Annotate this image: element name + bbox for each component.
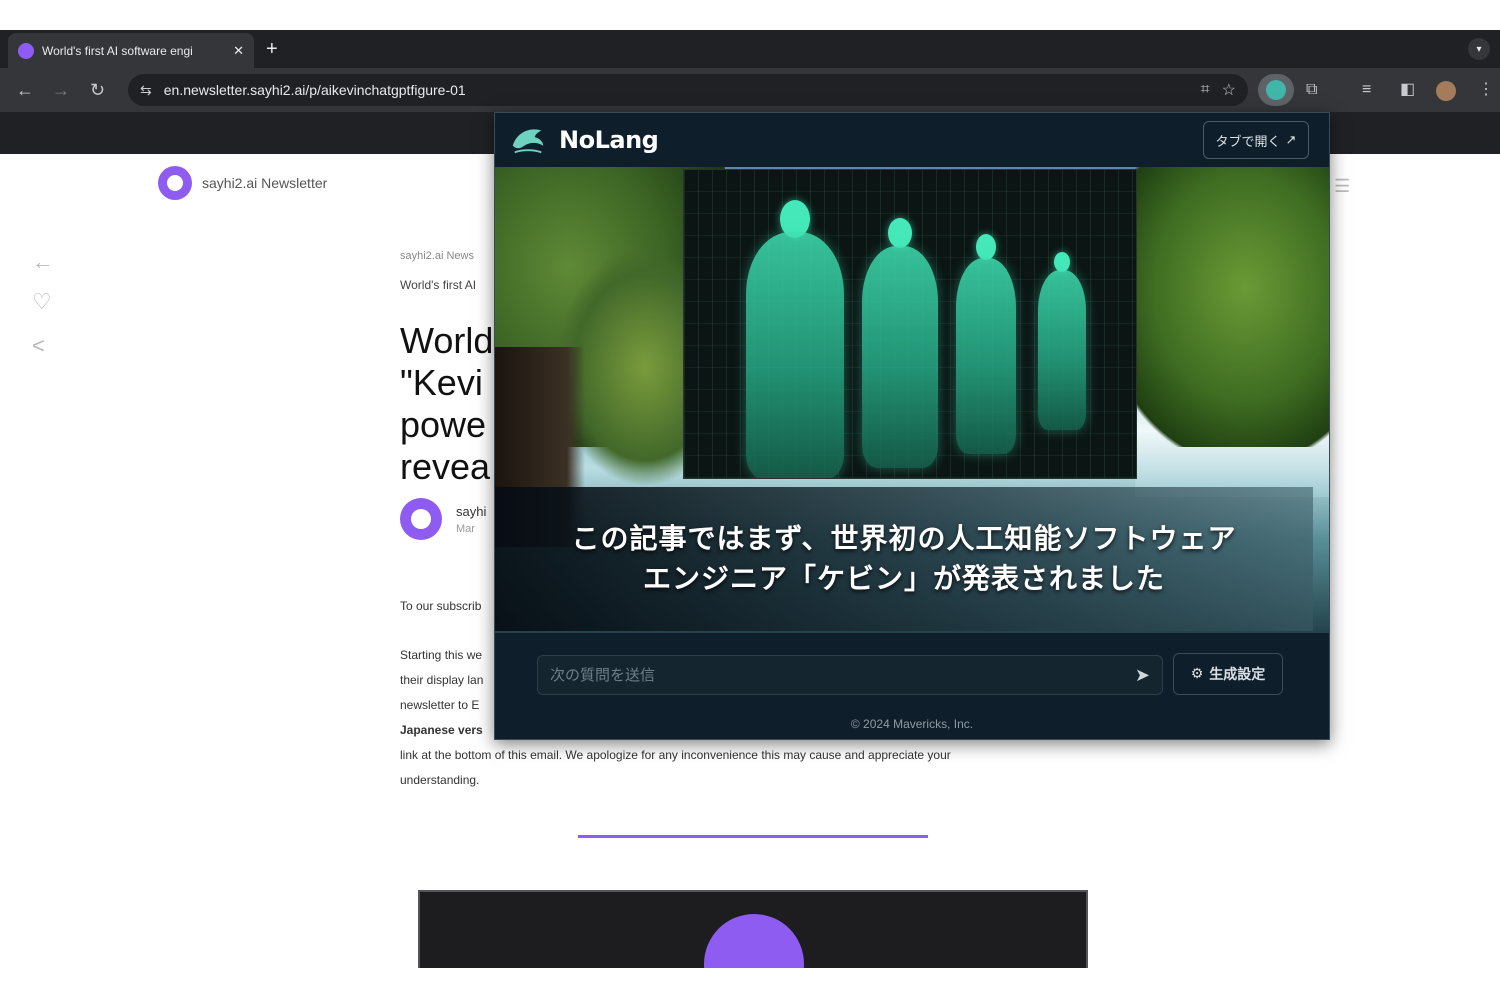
extensions-icon[interactable]: ⧉ <box>1306 80 1317 100</box>
tab-close-icon[interactable]: ✕ <box>233 43 244 59</box>
subtitle-caption: この記事ではまず、世界初の人工知能ソフトウェア エンジニア「ケビン」が発表されま… <box>495 487 1313 631</box>
body-line: understanding. <box>400 773 480 787</box>
back-icon[interactable]: ← <box>16 80 34 100</box>
site-name: sayhi2.ai Newsletter <box>202 175 328 191</box>
article-subtitle: World's first AI <box>400 278 477 292</box>
dolphin-logo-icon <box>512 129 544 154</box>
body-line: link at the bottom of this email. We apo… <box>400 748 951 762</box>
copyright-footer: © 2024 Mavericks, Inc. <box>850 717 974 731</box>
figure-head <box>888 218 912 248</box>
tab-title: World's first AI software engi <box>42 43 193 58</box>
publish-date: Mar <box>456 522 475 535</box>
open-in-tab-button[interactable]: タブで開く ↗ <box>1203 121 1309 159</box>
tab-strip: World's first AI software engi ✕ + ▾ <box>0 30 1500 68</box>
side-panel-icon[interactable]: ◧ <box>1400 80 1415 100</box>
menu-kebab-icon[interactable]: ⋮ <box>1478 80 1494 100</box>
reload-icon[interactable]: ↻ <box>90 80 105 100</box>
site-logo-icon <box>158 166 192 200</box>
translate-icon[interactable]: ⌗ <box>1201 81 1210 99</box>
figure-head <box>1054 252 1070 272</box>
generation-settings-button[interactable]: ⚙ 生成設定 <box>1173 653 1283 695</box>
media-control-icon[interactable]: ≡ <box>1362 80 1371 100</box>
trees-right <box>1115 167 1329 447</box>
author-avatar[interactable] <box>400 498 442 540</box>
nolang-app-name: NoLang <box>559 126 659 154</box>
nolang-extension-icon <box>1266 80 1286 100</box>
caption-line-1: この記事ではまず、世界初の人工知能ソフトウェア <box>571 522 1237 555</box>
screenshot: World's first AI software engi ✕ + ▾ ← →… <box>0 0 1500 1000</box>
site-brand[interactable]: sayhi2.ai Newsletter <box>158 166 327 200</box>
generation-settings-label: 生成設定 <box>1209 667 1266 683</box>
digital-human-figure <box>1038 270 1086 430</box>
nolang-extension-button[interactable] <box>1258 74 1294 106</box>
external-link-icon: ↗ <box>1285 132 1297 147</box>
author-name[interactable]: sayhi <box>456 504 486 519</box>
digital-human-figure <box>862 246 938 468</box>
send-icon[interactable]: ➤ <box>1135 665 1150 686</box>
site-info-icon[interactable]: ⇆ <box>140 82 152 99</box>
settings-sliders-icon: ⚙ <box>1190 666 1204 682</box>
author-meta: sayhi Mar <box>456 504 486 535</box>
hamburger-menu-icon[interactable]: ☰ <box>1334 176 1350 197</box>
address-bar[interactable]: ⇆ en.newsletter.sayhi2.ai/p/aikevinchatg… <box>128 74 1248 106</box>
open-in-tab-label: タブで開く <box>1215 133 1281 149</box>
figure-head <box>976 234 996 260</box>
back-arrow-icon[interactable]: ← <box>32 250 54 274</box>
section-divider <box>578 835 928 838</box>
browser-toolbar: ← → ↻ ⇆ en.newsletter.sayhi2.ai/p/aikevi… <box>0 68 1500 112</box>
promo-logo-icon <box>704 914 804 968</box>
browser-tab[interactable]: World's first AI software engi ✕ <box>8 33 254 68</box>
bookmark-star-icon[interactable]: ☆ <box>1222 80 1236 100</box>
forward-icon[interactable]: → <box>52 80 70 100</box>
video-player[interactable]: この記事ではまず、世界初の人工知能ソフトウェア エンジニア「ケビン」が発表されま… <box>495 167 1329 633</box>
nolang-popup: NoLang タブで開く ↗ この記事ではまず、世界初の人工知能ソフトウェア エ… <box>494 112 1330 740</box>
tab-favicon-icon <box>18 42 34 59</box>
digital-figures-image <box>683 169 1137 479</box>
nolang-controls: ➤ ⚙ 生成設定 © 2024 Mavericks, Inc. <box>495 633 1329 739</box>
nolang-header: NoLang タブで開く ↗ <box>495 113 1329 167</box>
digital-human-figure <box>746 232 844 478</box>
profile-avatar[interactable] <box>1436 81 1456 101</box>
caption-line-2: エンジニア「ケビン」が発表されました <box>642 562 1165 595</box>
digital-human-figure <box>956 258 1016 454</box>
tab-search-icon[interactable]: ▾ <box>1468 38 1490 60</box>
url-text[interactable]: en.newsletter.sayhi2.ai/p/aikevinchatgpt… <box>164 82 1189 98</box>
new-tab-button[interactable]: + <box>266 38 278 60</box>
question-input[interactable] <box>550 666 1135 684</box>
like-heart-icon[interactable]: ♡ <box>32 290 52 314</box>
question-input-box[interactable]: ➤ <box>537 655 1163 695</box>
promo-banner[interactable] <box>418 890 1088 968</box>
author-byline: sayhi Mar <box>400 498 486 540</box>
share-icon[interactable]: < <box>32 334 45 358</box>
